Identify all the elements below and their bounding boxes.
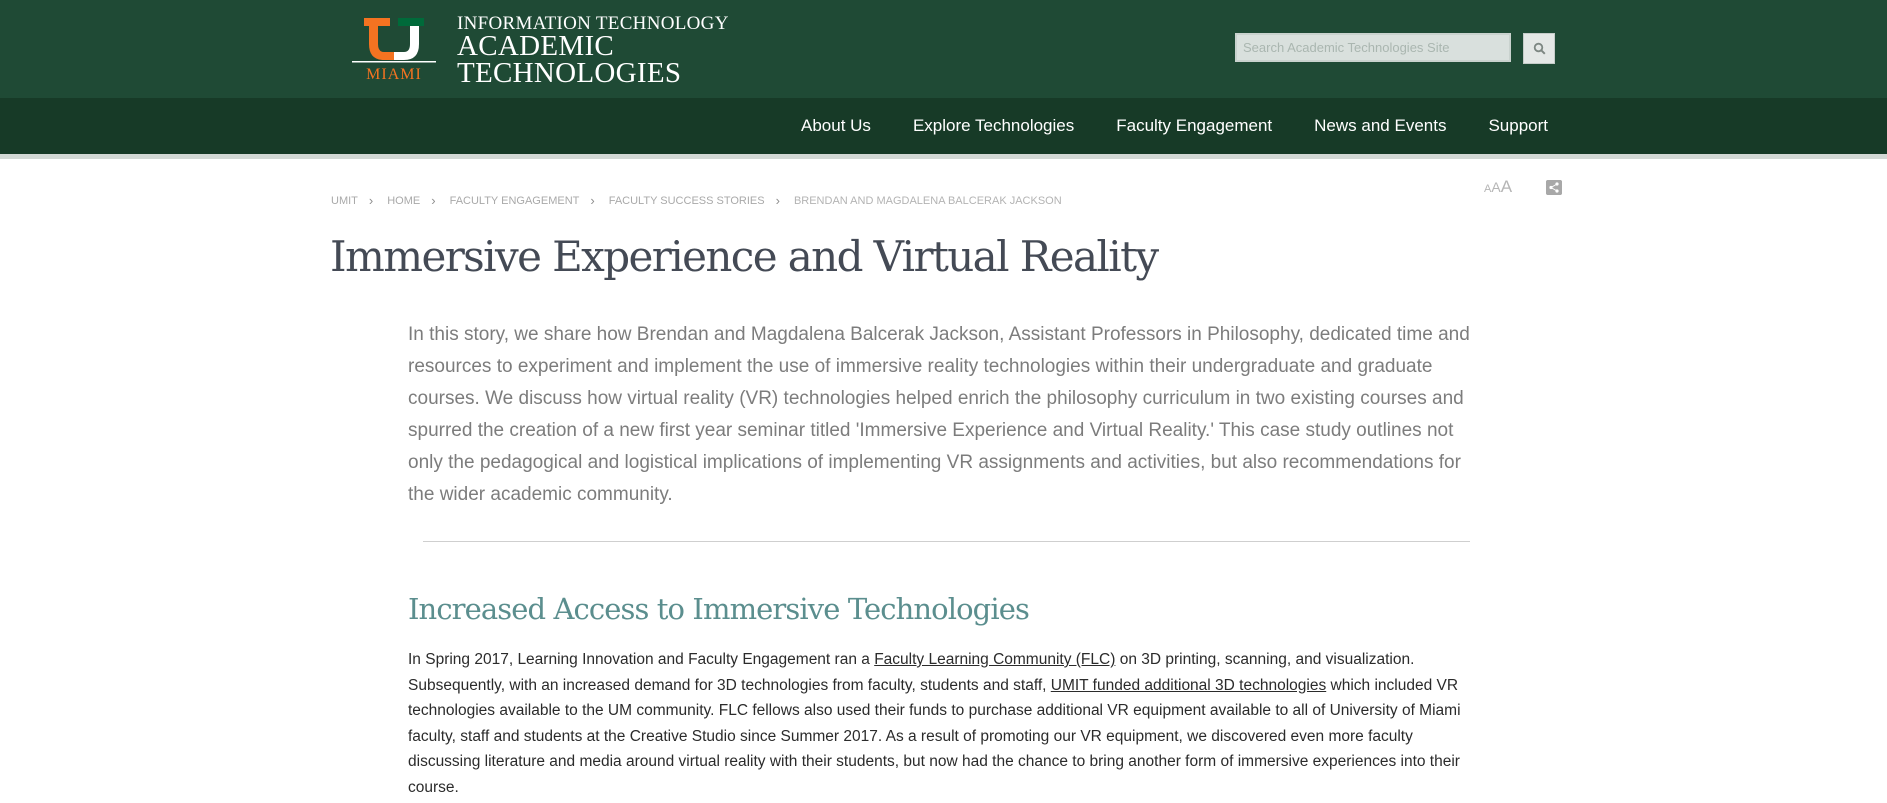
breadcrumb-item-faculty-success-stories[interactable]: FACULTY SUCCESS STORIES [609, 195, 765, 207]
nav-divider [0, 154, 1887, 159]
breadcrumb-item-home[interactable]: HOME [387, 195, 420, 207]
site-header [0, 0, 1887, 98]
nav-item-support[interactable]: Support [1488, 116, 1548, 136]
search-icon [1533, 42, 1546, 55]
breadcrumb: UMIT › HOME › FACULTY ENGAGEMENT › FACUL… [331, 193, 1062, 208]
brand-title-line2: TECHNOLOGIES [457, 57, 682, 89]
paragraph-text-1: In Spring 2017, Learning Innovation and … [408, 651, 875, 668]
search-button[interactable] [1523, 33, 1555, 64]
nav-item-explore-technologies[interactable]: Explore Technologies [913, 116, 1074, 136]
main-nav: About Us Explore Technologies Faculty En… [801, 98, 1548, 154]
chevron-right-icon: › [368, 193, 374, 208]
text-size-control[interactable]: AAA [1484, 177, 1512, 197]
breadcrumb-current: BRENDAN AND MAGDALENA BALCERAK JACKSON [793, 194, 1062, 207]
logo-wordmark: MIAMI [366, 66, 422, 83]
section-paragraph: In Spring 2017, Learning Innovation and … [408, 647, 1488, 800]
nav-item-about-us[interactable]: About Us [801, 116, 871, 136]
faculty-learning-community-link[interactable]: Faculty Learning Community (FLC) [874, 651, 1115, 668]
section-heading: Increased Access to Immersive Technologi… [408, 592, 1030, 626]
nav-item-news-and-events[interactable]: News and Events [1314, 116, 1446, 136]
search-input[interactable] [1235, 33, 1511, 62]
umit-funded-3d-technologies-link[interactable]: UMIT funded additional 3D technologies [1051, 677, 1326, 694]
intro-paragraph: In this story, we share how Brendan and … [408, 324, 1470, 505]
chevron-right-icon: › [431, 193, 436, 208]
text-size-large[interactable]: A [1501, 177, 1512, 196]
nav-item-faculty-engagement[interactable]: Faculty Engagement [1116, 116, 1272, 136]
breadcrumb-item-faculty-engagement[interactable]: FACULTY ENGAGEMENT [450, 195, 580, 207]
chevron-right-icon: › [775, 193, 780, 208]
brand-title[interactable]: ACADEMIC TECHNOLOGIES [457, 30, 682, 89]
breadcrumb-item-umit[interactable]: UMIT [331, 195, 358, 207]
text-size-medium[interactable]: A [1491, 179, 1500, 195]
section-divider [423, 541, 1470, 542]
page-title: Immersive Experience and Virtual Reality [330, 232, 1159, 281]
paragraph-text-3: which included VR technologies available… [408, 676, 1461, 796]
share-icon[interactable] [1546, 180, 1562, 195]
brand-title-line1: ACADEMIC [457, 30, 615, 62]
chevron-right-icon: › [590, 193, 595, 208]
